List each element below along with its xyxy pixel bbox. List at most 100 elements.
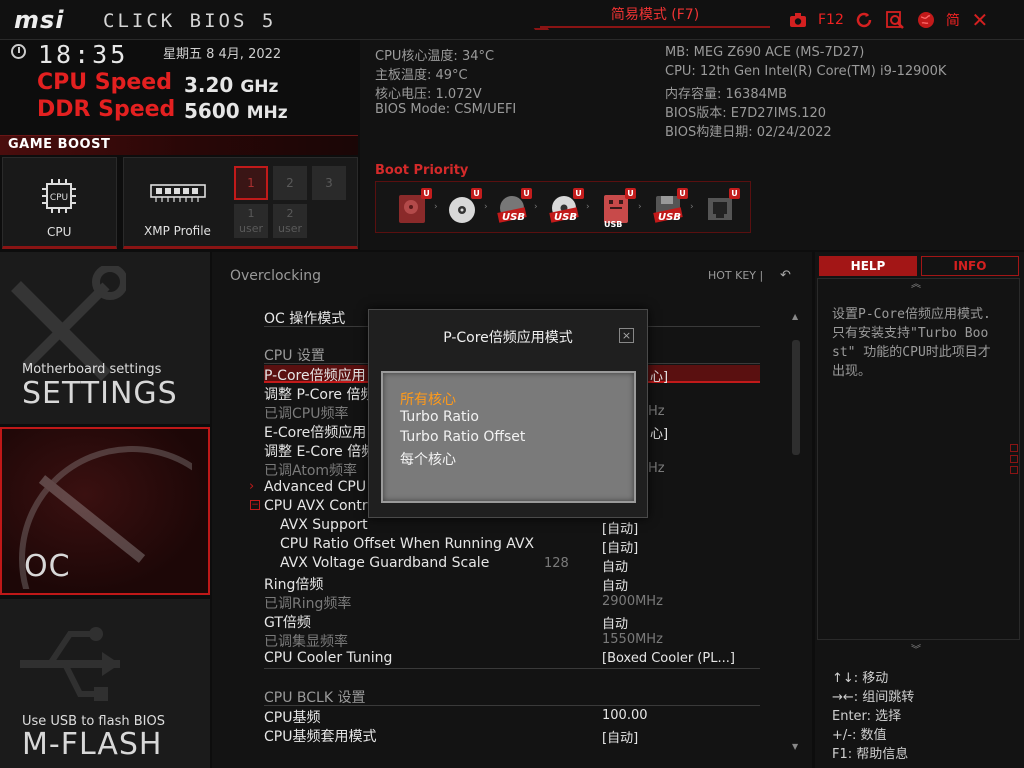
nav-mflash[interactable]: Use USB to flash BIOS M-FLASH — [0, 599, 210, 768]
option-turbo-ratio-offset[interactable]: Turbo Ratio Offset — [400, 429, 525, 445]
easy-mode-button[interactable]: 简易模式 (F7) — [540, 4, 770, 28]
xmp-profile-label: XMP Profile — [144, 224, 211, 238]
adjust-ecore-row[interactable]: 调整 E-Core 倍频 — [264, 441, 375, 461]
nav-settings-subtitle: Motherboard settings — [22, 362, 162, 377]
boot-device-usb-cd[interactable]: U USB — [546, 188, 584, 228]
gt-ratio-row[interactable]: GT倍频 — [264, 612, 311, 632]
boot-priority-label: Boot Priority — [375, 163, 469, 178]
bclk-mode-row[interactable]: CPU基频套用模式 — [264, 726, 376, 746]
cpu-model: CPU: 12th Gen Intel(R) Core(TM) i9-12900… — [665, 64, 947, 79]
nav-oc[interactable]: OC — [0, 427, 210, 595]
bclk-settings-header: CPU BCLK 设置 — [264, 690, 366, 706]
chevron-right-icon: › — [249, 479, 255, 494]
avx-guardband-value: 自动 — [602, 560, 629, 575]
option-turbo-ratio[interactable]: Turbo Ratio — [400, 409, 479, 425]
boot-device-network[interactable]: U — [702, 188, 740, 228]
pcore-apply-row[interactable]: P-Core倍频应用 — [264, 365, 366, 385]
cpu-cooler-row[interactable]: CPU Cooler Tuning — [264, 650, 392, 666]
option-all-cores[interactable]: 所有核心 — [400, 389, 456, 409]
nav-settings[interactable]: Motherboard settings SETTINGS — [0, 252, 210, 424]
ecore-apply-value: 心] — [650, 427, 669, 442]
game-boost-label: GAME BOOST — [8, 137, 111, 152]
ring-ratio-row[interactable]: Ring倍频 — [264, 574, 323, 594]
xmp-profile-3-button[interactable]: 3 — [312, 166, 346, 200]
user-profile-1-button[interactable]: 1 user — [234, 204, 268, 238]
option-per-core[interactable]: 每个核心 — [400, 449, 456, 469]
xmp-profile-2-button[interactable]: 2 — [273, 166, 307, 200]
screenshot-key-label[interactable]: F12 — [818, 12, 844, 28]
bios-title: CLICK BIOS 5 — [103, 10, 277, 32]
boot-device-usb-floppy[interactable]: U USB — [650, 188, 688, 228]
chevron-up-icon: ︽ — [911, 279, 921, 290]
bios-build-date: BIOS构建日期: 02/24/2022 — [665, 125, 832, 140]
help-description: 设置P-Core倍频应用模式.只有安装支持"Turbo Boost" 功能的CP… — [832, 307, 991, 379]
boot-device-usb-hdd[interactable]: U USB — [494, 188, 532, 228]
refresh-icon[interactable] — [853, 9, 875, 31]
bios-version: BIOS版本: E7D27IMS.120 — [665, 106, 827, 121]
boot-device-optical[interactable]: U — [444, 188, 482, 228]
side-handle-icon[interactable] — [1010, 444, 1018, 484]
globe-icon[interactable] — [915, 9, 937, 31]
uefi-badge: U — [573, 188, 584, 199]
avx-offset-row[interactable]: CPU Ratio Offset When Running AVX — [280, 536, 534, 552]
uefi-badge: U — [471, 188, 482, 199]
hotkey-button[interactable]: HOT KEY | — [708, 269, 763, 282]
uefi-badge: U — [421, 188, 432, 199]
game-boost-cpu-button[interactable]: CPU CPU — [2, 157, 117, 249]
boot-device-usb-key[interactable]: U USB — [598, 188, 636, 229]
tab-help[interactable]: HELP — [819, 256, 917, 276]
header-toolbar: F12 简 ✕ — [787, 8, 991, 32]
adjusted-atom-row: 已调Atom频率 — [264, 463, 358, 479]
clock-time: 18:35 — [38, 40, 129, 69]
bclk-mode-value: [自动] — [602, 731, 639, 746]
user-profile-1-number: 1 — [247, 207, 255, 220]
tab-info[interactable]: INFO — [921, 256, 1019, 276]
uefi-badge: U — [677, 188, 688, 199]
key-hint-value: +/-: 数值 — [832, 728, 887, 743]
search-icon[interactable] — [884, 9, 906, 31]
adjust-pcore-row[interactable]: 调整 P-Core 倍频 — [264, 384, 375, 404]
language-label[interactable]: 简 — [946, 10, 960, 30]
ecore-apply-row[interactable]: E-Core倍频应用 — [264, 422, 366, 442]
nav-settings-title: SETTINGS — [22, 376, 178, 411]
close-icon[interactable]: ✕ — [969, 8, 991, 32]
avx-support-row[interactable]: AVX Support — [280, 517, 368, 533]
dialog-title: P-Core倍频应用模式 — [443, 330, 573, 346]
oc-mode-row[interactable]: OC 操作模式 — [264, 308, 345, 328]
adjusted-atom-value: Hz — [648, 461, 665, 476]
avx-offset-value: [自动] — [602, 541, 639, 556]
cpu-speed-label: CPU Speed — [37, 70, 172, 95]
cpu-speed-unit: GHz — [240, 77, 279, 97]
xmp-profile-1-button[interactable]: 1 — [234, 166, 268, 200]
cpu-chip-icon: CPU — [42, 179, 76, 213]
avx-control-row[interactable]: CPU AVX Contro — [264, 498, 376, 514]
mb-model: MB: MEG Z690 ACE (MS-7D27) — [665, 45, 865, 60]
uefi-badge: U — [729, 188, 740, 199]
back-icon[interactable]: ↶ — [780, 268, 791, 283]
cpu-temp: CPU核心温度: 34°C — [375, 49, 495, 64]
adjusted-ring-value: 2900MHz — [602, 594, 663, 609]
advanced-cpu-row[interactable]: Advanced CPU C — [264, 479, 380, 495]
collapse-icon[interactable]: − — [250, 500, 260, 510]
usb-symbol-icon — [20, 627, 120, 701]
scroll-down-icon[interactable]: ▼ — [792, 742, 798, 751]
scroll-thumb[interactable] — [792, 340, 800, 455]
boot-priority-bar: U › U › U USB › U USB › U USB › U USB › … — [375, 181, 751, 233]
gt-ratio-value: 自动 — [602, 617, 629, 632]
avx-guardband-row[interactable]: AVX Voltage Guardband Scale — [280, 555, 489, 571]
clock-icon — [11, 44, 26, 59]
user-profile-2-number: 2 — [286, 207, 294, 220]
ring-ratio-value: 自动 — [602, 579, 629, 594]
memory-module-icon — [150, 184, 206, 202]
boot-device-hdd[interactable]: U — [394, 188, 432, 228]
user-profile-2-button[interactable]: 2 user — [273, 204, 307, 238]
dialog-close-button[interactable]: × — [619, 328, 634, 343]
scroll-up-icon[interactable]: ▲ — [792, 312, 798, 321]
camera-icon[interactable] — [787, 9, 809, 31]
user-profile-1-word: user — [239, 222, 263, 235]
bclk-row[interactable]: CPU基频 — [264, 707, 320, 727]
nav-oc-title: OC — [24, 549, 71, 584]
adjusted-gt-value: 1550MHz — [602, 632, 663, 647]
cpu-cooler-value: [Boxed Cooler (PL...] — [602, 651, 735, 666]
key-hint-group: →←: 组间跳转 — [832, 690, 915, 705]
